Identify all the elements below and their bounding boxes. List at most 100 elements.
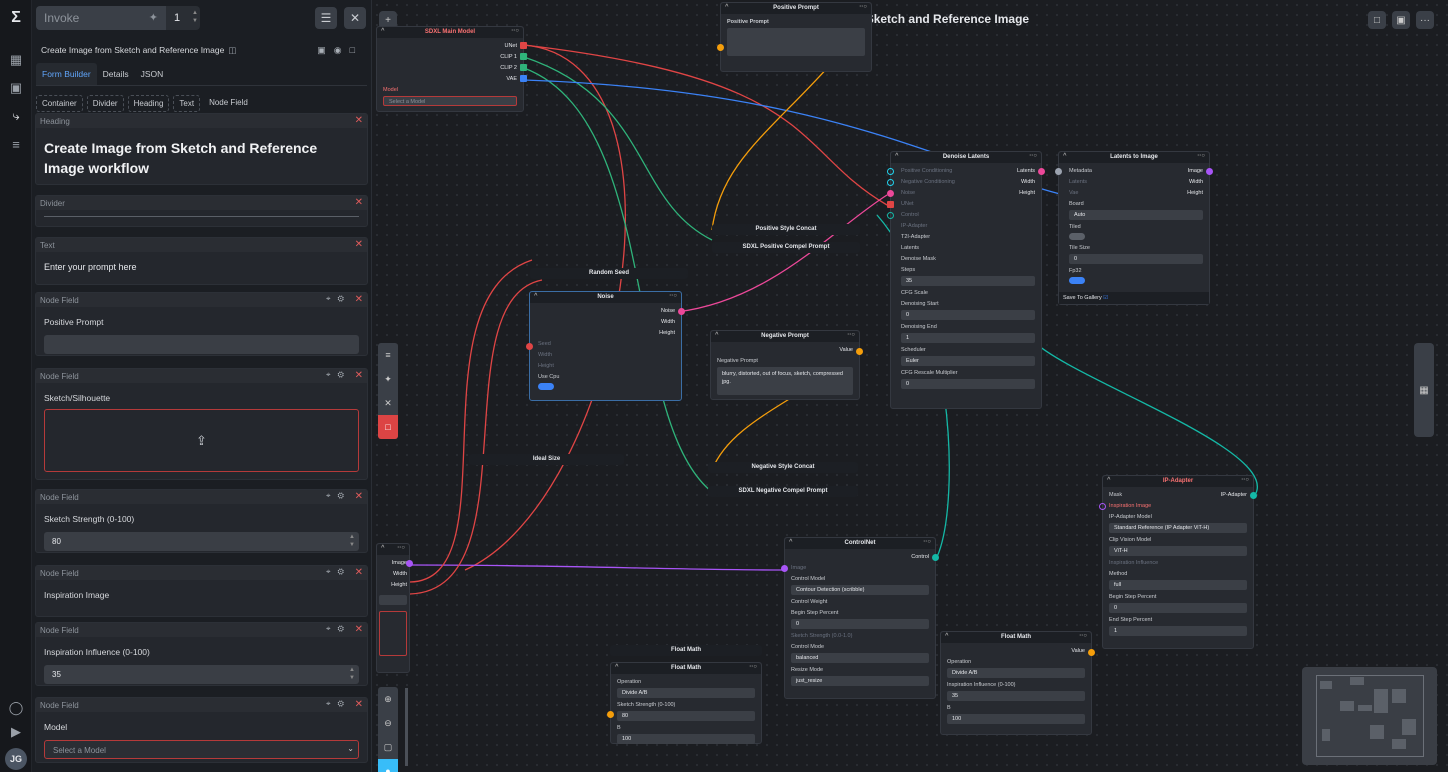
positive-prompt-input[interactable] — [44, 335, 359, 354]
image-select[interactable] — [379, 595, 407, 605]
delete-icon[interactable]: □ — [1368, 11, 1386, 29]
node-random-seed[interactable]: Random Seed — [530, 268, 688, 279]
node-canvas[interactable]: Create Image from Sketch and Reference I… — [372, 0, 1448, 772]
operation-select[interactable]: Divide A/B — [947, 668, 1085, 678]
end-step-input[interactable]: 1 — [1109, 626, 1247, 636]
node-sdxl-main-model[interactable]: SDXL Main Model UNet CLIP 1 CLIP 2 VAE M… — [376, 26, 527, 112]
avatar[interactable]: JG — [5, 748, 27, 770]
close-icon[interactable]: ✕ — [355, 370, 363, 381]
save-icon[interactable]: ▣ — [1392, 11, 1410, 29]
method-select[interactable]: full — [1109, 580, 1247, 590]
denoise-end-input[interactable]: 1 — [901, 333, 1035, 343]
sparkle-icon[interactable]: ✦ — [378, 367, 398, 391]
stepper-arrows-icon[interactable]: ▲ ▼ — [192, 9, 198, 25]
fp32-toggle[interactable] — [1069, 277, 1085, 284]
tab-details[interactable]: Details — [97, 63, 135, 85]
prompt-handle[interactable] — [717, 44, 724, 51]
node-ideal-size[interactable]: Ideal Size — [469, 454, 624, 465]
b-input[interactable]: 100 — [617, 734, 755, 744]
node-ip-adapter[interactable]: IP-Adapter IP-Adapter Mask Inspiration I… — [1099, 475, 1257, 649]
unet-handle[interactable] — [520, 42, 527, 49]
node-denoise-latents[interactable]: Denoise Latents Latents Width Height Pos… — [887, 151, 1045, 409]
denoise-start-input[interactable]: 0 — [901, 310, 1035, 320]
youtube-icon[interactable]: ▶ — [6, 722, 26, 742]
workflows-icon[interactable]: ⤷ — [6, 106, 26, 126]
palette-text[interactable]: Text — [173, 95, 201, 112]
node-negative-style-concat[interactable]: Negative Style Concat — [708, 462, 858, 473]
trash-icon[interactable]: □ — [378, 415, 398, 439]
use-cpu-toggle[interactable] — [538, 383, 554, 390]
form-text-element[interactable]: Text ✕ Enter your prompt here — [35, 237, 368, 285]
sketch-strength-input[interactable]: 80 ▲ ▼ — [44, 532, 359, 551]
node-noise[interactable]: Noise Noise Width Height Seed Width Heig… — [526, 291, 685, 401]
save-to-gallery-footer[interactable]: Save To Gallery ☑ — [1059, 292, 1209, 304]
clip1-handle[interactable] — [520, 53, 527, 60]
more-icon[interactable]: ··· — [1416, 11, 1434, 29]
unet-in-handle[interactable] — [887, 201, 894, 208]
stepper-arrows-icon[interactable]: ▲ ▼ — [349, 533, 355, 549]
image-out-handle[interactable] — [1206, 168, 1213, 175]
positive-prompt-textarea[interactable] — [727, 28, 865, 56]
tab-form-builder[interactable]: Form Builder — [36, 63, 97, 85]
clip-vision-select[interactable]: ViT-H — [1109, 546, 1247, 556]
seed-handle[interactable] — [526, 343, 533, 350]
palette-node-field[interactable]: Node Field — [204, 95, 253, 112]
eye-icon[interactable]: ◉ — [334, 45, 350, 55]
invoke-button[interactable]: Invoke ✦ — [36, 6, 166, 30]
tile-size-input[interactable]: 0 — [1069, 254, 1203, 264]
begin-step-input[interactable]: 0 — [791, 619, 929, 629]
field-tools[interactable]: ⌖⚙ — [326, 699, 351, 709]
field-tools[interactable]: ⌖⚙ — [326, 370, 351, 380]
panel-toggle-button[interactable]: ▦ — [1414, 343, 1434, 437]
control-model-select[interactable]: Contour Detection (scribble) — [791, 585, 929, 595]
stepper-arrows-icon[interactable]: ▲ ▼ — [349, 666, 355, 682]
field-tools[interactable]: ⌖⚙ — [326, 491, 351, 501]
close-icon[interactable]: ✕ — [355, 624, 363, 635]
close-panel-button[interactable]: ✕ — [344, 7, 366, 29]
image-in-handle[interactable] — [781, 565, 788, 572]
queue-count-stepper[interactable]: 1 ▲ ▼ — [166, 6, 200, 30]
cfg-rescale-input[interactable]: 0 — [901, 379, 1035, 389]
node-controlnet[interactable]: ControlNet Control Image Control Model C… — [781, 537, 939, 699]
vae-handle[interactable] — [520, 75, 527, 82]
field-tools[interactable]: ⌖⚙ — [326, 294, 351, 304]
zoom-in-icon[interactable]: ⊕ — [378, 687, 398, 711]
queue-icon[interactable]: ≡ — [6, 134, 26, 154]
close-icon[interactable]: ✕ — [378, 391, 398, 415]
form-heading-element[interactable]: Heading ✕ Create Image from Sketch and Re… — [35, 113, 368, 185]
a-input[interactable]: 35 — [947, 691, 1085, 701]
palette-container[interactable]: Container — [36, 95, 83, 112]
b-input[interactable]: 100 — [947, 714, 1085, 724]
clip2-handle[interactable] — [520, 64, 527, 71]
noise-handle[interactable] — [887, 190, 894, 197]
resize-mode-select[interactable]: just_resize — [791, 676, 929, 686]
menu-button[interactable]: ☰ — [315, 7, 337, 29]
control-handle[interactable] — [887, 212, 894, 219]
node-float-math-c[interactable]: Float Math Value Operation Divide A/B In… — [940, 631, 1095, 735]
form-divider-element[interactable]: Divider ✕ — [35, 195, 368, 227]
generate-icon[interactable]: ▦ — [6, 50, 26, 70]
value-handle[interactable] — [856, 348, 863, 355]
close-icon[interactable]: ✕ — [355, 115, 363, 126]
sketch-upload-dropzone[interactable]: ⇪ — [44, 409, 359, 472]
ip-adapter-out-handle[interactable] — [1250, 492, 1257, 499]
node-positive-prompt[interactable]: Positive Prompt Positive Prompt — [717, 2, 872, 72]
canvas-icon[interactable]: ▣ — [6, 78, 26, 98]
negative-handle[interactable] — [887, 179, 894, 186]
negative-prompt-textarea[interactable]: blurry, distorted, out of focus, sketch,… — [717, 367, 853, 395]
metadata-handle[interactable] — [1055, 168, 1062, 175]
node-sdxl-negative-compel[interactable]: SDXL Negative Compel Prompt — [708, 486, 858, 497]
close-icon[interactable]: ✕ — [355, 239, 363, 250]
control-out-handle[interactable] — [932, 554, 939, 561]
close-icon[interactable]: ✕ — [355, 567, 363, 578]
node-image[interactable]: Image Width Height — [376, 543, 413, 673]
image-dropzone[interactable] — [379, 611, 407, 656]
model-select[interactable]: Select a Model — [383, 96, 517, 106]
node-sdxl-positive-compel[interactable]: SDXL Positive Compel Prompt — [712, 242, 860, 253]
fit-view-icon[interactable]: ▢ — [378, 735, 398, 759]
scheduler-select[interactable]: Euler — [901, 356, 1035, 366]
begin-step-input[interactable]: 0 — [1109, 603, 1247, 613]
close-icon[interactable]: ✕ — [355, 491, 363, 502]
inspiration-influence-input[interactable]: 35 ▲ ▼ — [44, 665, 359, 684]
map-pin-icon[interactable]: ● — [378, 759, 398, 772]
